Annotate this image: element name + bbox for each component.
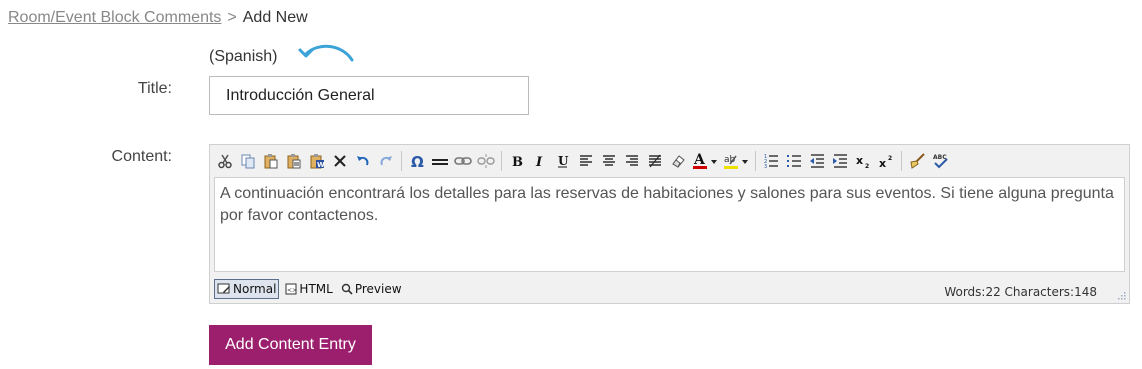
mode-preview-label: Preview: [354, 282, 402, 296]
link-icon[interactable]: [452, 150, 474, 172]
indent-icon[interactable]: [829, 150, 851, 172]
mode-preview-tab[interactable]: Preview: [339, 279, 404, 299]
title-label: Title:: [137, 80, 172, 97]
subscript-icon[interactable]: x2: [852, 150, 874, 172]
breadcrumb-separator: >: [227, 9, 237, 26]
svg-text:2: 2: [865, 163, 869, 169]
superscript-icon[interactable]: x2: [875, 150, 897, 172]
toolbar-separator: [501, 151, 502, 171]
svg-text:Ω: Ω: [411, 153, 424, 169]
clear-format-icon[interactable]: [667, 150, 689, 172]
mode-html-tab[interactable]: <> HTML: [283, 279, 334, 299]
svg-text:x: x: [856, 154, 863, 167]
horizontal-rule-icon[interactable]: [429, 150, 451, 172]
title-input[interactable]: [209, 76, 529, 115]
content-label: Content:: [111, 148, 172, 165]
svg-text:W: W: [317, 161, 325, 169]
toolbar-separator: [755, 151, 756, 171]
justify-icon[interactable]: [644, 150, 666, 172]
word-character-count: Words:22 Characters:148: [944, 285, 1097, 299]
bold-icon[interactable]: B: [506, 150, 528, 172]
undo-icon[interactable]: [352, 150, 374, 172]
unlink-icon[interactable]: [475, 150, 497, 172]
highlight-icon[interactable]: ab: [721, 150, 751, 172]
html-mode-icon: <>: [285, 283, 297, 295]
paste-word-icon[interactable]: W: [306, 150, 328, 172]
copy-icon[interactable]: [237, 150, 259, 172]
curved-arrow-icon: [298, 44, 354, 62]
design-mode-icon: [217, 283, 230, 294]
redo-icon[interactable]: [375, 150, 397, 172]
add-content-entry-button[interactable]: Add Content Entry: [209, 325, 372, 365]
special-char-icon[interactable]: Ω: [406, 150, 428, 172]
svg-text:B: B: [512, 155, 523, 169]
unordered-list-icon[interactable]: [783, 150, 805, 172]
delete-icon[interactable]: [329, 150, 351, 172]
underline-icon[interactable]: U: [552, 150, 574, 172]
resize-grip-icon[interactable]: [1116, 290, 1126, 300]
magnifier-icon: [341, 283, 353, 295]
svg-text:x: x: [879, 157, 886, 169]
paste-icon[interactable]: [260, 150, 282, 172]
italic-icon[interactable]: I: [529, 150, 551, 172]
rich-text-editor: W Ω B I U A ab 123 x2 x2 ABC A continuac…: [209, 144, 1130, 304]
svg-text:<>: <>: [287, 287, 297, 294]
editor-mode-bar: Normal <> HTML Preview: [214, 278, 408, 300]
mode-normal-label: Normal: [233, 282, 277, 296]
ordered-list-icon[interactable]: 123: [760, 150, 782, 172]
language-label: (Spanish): [209, 48, 278, 65]
align-center-icon[interactable]: [598, 150, 620, 172]
align-left-icon[interactable]: [575, 150, 597, 172]
svg-text:2: 2: [888, 155, 892, 162]
cut-icon[interactable]: [214, 150, 236, 172]
mode-html-label: HTML: [299, 282, 333, 296]
toolbar-separator: [901, 151, 902, 171]
editor-content-area[interactable]: A continuación encontrará los detalles p…: [214, 177, 1125, 272]
svg-text:3: 3: [764, 164, 767, 169]
breadcrumb-parent-link[interactable]: Room/Event Block Comments: [8, 9, 221, 26]
svg-text:A: A: [693, 152, 706, 168]
editor-toolbar: W Ω B I U A ab 123 x2 x2 ABC: [214, 148, 952, 174]
breadcrumb-current: Add New: [242, 9, 308, 26]
breadcrumb: Room/Event Block Comments > Add New: [8, 9, 308, 27]
cleanup-icon[interactable]: [906, 150, 928, 172]
svg-text:U: U: [558, 154, 569, 168]
paste-text-icon[interactable]: [283, 150, 305, 172]
outdent-icon[interactable]: [806, 150, 828, 172]
toolbar-separator: [401, 151, 402, 171]
align-right-icon[interactable]: [621, 150, 643, 172]
svg-text:I: I: [535, 155, 543, 169]
mode-normal-tab[interactable]: Normal: [214, 279, 280, 299]
spellcheck-icon[interactable]: ABC: [929, 150, 951, 172]
font-color-icon[interactable]: A: [690, 150, 720, 172]
